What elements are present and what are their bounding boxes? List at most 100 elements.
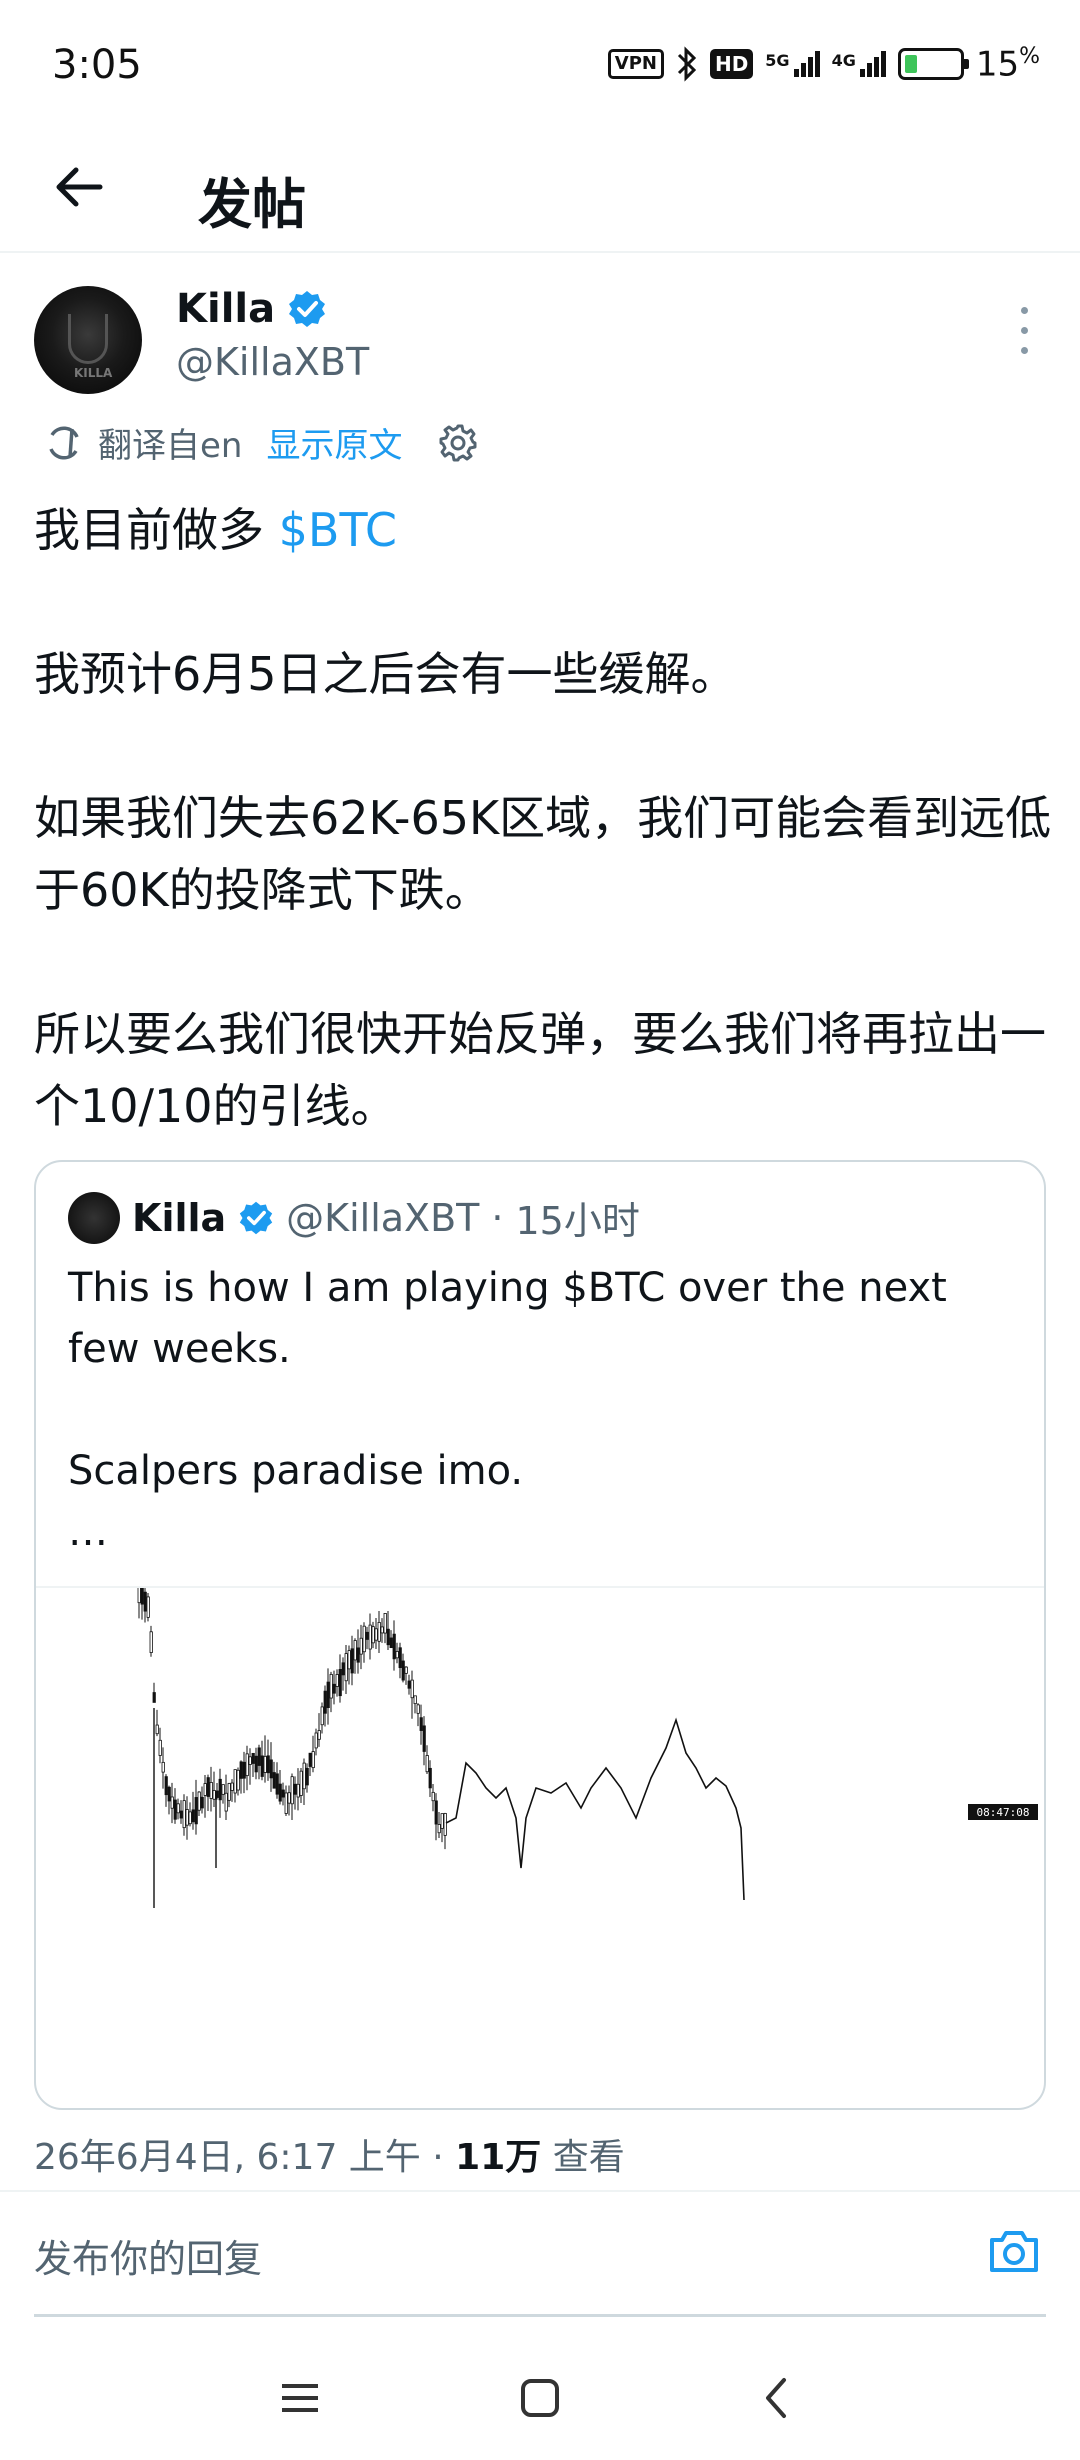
candle-body bbox=[140, 1587, 144, 1605]
chevron-left-icon bbox=[766, 2378, 786, 2418]
candle-body bbox=[341, 1662, 345, 1676]
candle-body bbox=[431, 1791, 435, 1802]
candle-body bbox=[398, 1647, 402, 1669]
tweet-paragraph: 我目前做多 $BTC bbox=[34, 503, 397, 557]
candle-body bbox=[263, 1755, 267, 1773]
translated-from-label: 翻译自en bbox=[98, 426, 243, 466]
quoted-tweet-card[interactable]: Killa @KillaXBT · 15小时 This is how I am … bbox=[34, 1160, 1046, 2110]
candle-body bbox=[329, 1673, 333, 1699]
vpn-icon: VPN bbox=[607, 49, 664, 80]
candle-body bbox=[353, 1640, 357, 1661]
system-nav-bar bbox=[0, 2340, 1080, 2460]
quoted-tweet-header: Killa @KillaXBT · 15小时 bbox=[68, 1190, 640, 1245]
author-avatar[interactable]: KILLA bbox=[34, 286, 142, 394]
candle-body bbox=[368, 1624, 372, 1650]
candle-body bbox=[401, 1660, 405, 1681]
candle-body bbox=[290, 1776, 294, 1805]
candle-body bbox=[305, 1767, 309, 1786]
quoted-tweet-time: 15小时 bbox=[515, 1199, 640, 1243]
quoted-line: … bbox=[68, 1509, 108, 1555]
candle-body bbox=[194, 1797, 198, 1825]
candle-body bbox=[296, 1783, 300, 1798]
candle-body bbox=[152, 1692, 156, 1703]
reply-input[interactable]: 发布你的回复 bbox=[34, 2228, 262, 2283]
candle-body bbox=[197, 1791, 201, 1811]
dot-separator: · bbox=[432, 2137, 444, 2178]
candle-body bbox=[170, 1796, 174, 1809]
menu-button[interactable] bbox=[270, 2368, 330, 2428]
quoted-author-avatar bbox=[68, 1191, 120, 1244]
more-dot-icon bbox=[1020, 326, 1028, 334]
more-options-button[interactable] bbox=[1014, 300, 1034, 360]
candle-body bbox=[137, 1585, 141, 1604]
author-handle[interactable]: @KillaXBT bbox=[176, 340, 369, 384]
back-nav-button[interactable] bbox=[746, 2368, 806, 2428]
candle-body bbox=[218, 1778, 222, 1801]
candle-body bbox=[212, 1790, 216, 1800]
candle-body bbox=[158, 1739, 162, 1756]
author-name-row[interactable]: Killa bbox=[176, 286, 327, 332]
candle-body bbox=[377, 1622, 381, 1642]
candle-body bbox=[359, 1637, 363, 1655]
candle-body bbox=[311, 1751, 315, 1769]
candle-body bbox=[230, 1782, 234, 1791]
status-time: 3:05 bbox=[52, 42, 142, 88]
home-button[interactable] bbox=[510, 2368, 570, 2428]
candle-body bbox=[149, 1631, 153, 1653]
quoted-line bbox=[68, 1380, 1018, 1441]
translation-row: 翻译自en 显示原文 bbox=[44, 418, 478, 467]
candle-body bbox=[188, 1811, 192, 1825]
candle-body bbox=[389, 1637, 393, 1649]
quoted-author-handle: @KillaXBT bbox=[286, 1195, 480, 1240]
show-original-link[interactable]: 显示原文 bbox=[266, 418, 402, 467]
btc-cashtag-link[interactable]: $BTC bbox=[279, 503, 397, 557]
candle-body bbox=[308, 1752, 312, 1767]
signal-5g-icon: 5G bbox=[765, 51, 820, 78]
candle-body bbox=[365, 1631, 369, 1640]
hd-icon: HD bbox=[709, 49, 754, 80]
candle-body bbox=[347, 1650, 351, 1670]
view-count: 11万 bbox=[455, 2137, 542, 2178]
time-label: 08:47:08 bbox=[977, 1806, 1030, 1819]
candle-body bbox=[326, 1681, 330, 1709]
candlestick-series bbox=[137, 1580, 447, 1908]
gear-icon[interactable] bbox=[438, 423, 478, 463]
views-label: 查看 bbox=[552, 2137, 625, 2178]
candle-body bbox=[350, 1648, 354, 1674]
quoted-line: This is how I am playing $BTC over the n… bbox=[68, 1265, 947, 1372]
candle-body bbox=[245, 1753, 249, 1777]
candle-body bbox=[179, 1810, 183, 1819]
post-meta: 26年6月4日, 6:17 上午 · 11万 查看 bbox=[34, 2128, 625, 2180]
candle-body bbox=[221, 1784, 225, 1795]
candle-body bbox=[407, 1680, 411, 1689]
candle-body bbox=[317, 1730, 321, 1740]
candle-body bbox=[332, 1683, 336, 1694]
quoted-chart-image[interactable]: 08:47:08 bbox=[36, 1580, 1044, 2108]
back-button[interactable] bbox=[44, 152, 114, 222]
post-date: 26年6月4日, 6:17 上午 bbox=[34, 2137, 421, 2178]
candle-body bbox=[167, 1786, 171, 1802]
candle-body bbox=[287, 1792, 291, 1804]
candle-body bbox=[404, 1666, 408, 1674]
candle-body bbox=[164, 1776, 168, 1796]
candle-body bbox=[338, 1669, 342, 1697]
candle-body bbox=[227, 1783, 231, 1801]
candle-body bbox=[320, 1706, 324, 1726]
candle-body bbox=[422, 1725, 426, 1752]
candle-body bbox=[356, 1647, 360, 1663]
candle-body bbox=[374, 1628, 378, 1641]
avatar-logo-text: KILLA bbox=[74, 366, 113, 380]
candle-body bbox=[173, 1799, 177, 1820]
candle-body bbox=[395, 1651, 399, 1659]
top-app-bar: 发帖 bbox=[0, 130, 1080, 253]
candle-body bbox=[209, 1782, 213, 1799]
candle-body bbox=[200, 1796, 204, 1809]
candle-body bbox=[260, 1755, 264, 1777]
candle-body bbox=[314, 1732, 318, 1749]
more-dot-icon bbox=[1020, 346, 1028, 354]
candle-body bbox=[278, 1783, 282, 1802]
camera-icon[interactable] bbox=[984, 2222, 1044, 2282]
candle-body bbox=[185, 1809, 189, 1826]
candle-body bbox=[269, 1759, 273, 1779]
candle-body bbox=[434, 1800, 438, 1825]
